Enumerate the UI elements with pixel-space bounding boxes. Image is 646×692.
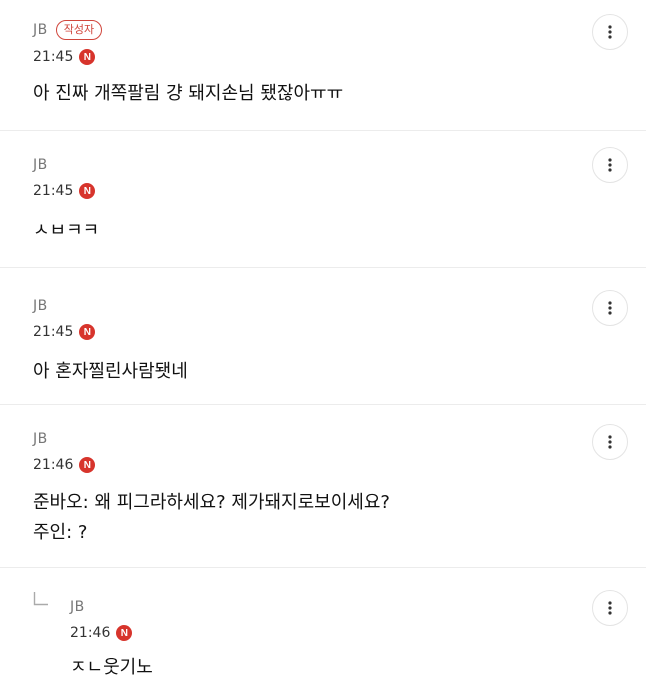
writer-badge: 작성자 [55,20,103,40]
comment-line: 아 진짜 개쪽팔림 걍 돼지손님 됐잖아ㅠㅠ [33,83,344,104]
comment-line: ㅅㅂㅋㅋ [33,220,100,241]
comment-item: JB 21:45 N ㅅㅂㅋㅋ [0,131,646,268]
reply-arrow-icon [33,592,48,606]
comment-item: JB 21:45 N 아 혼자찔린사람됏네 [0,268,646,405]
more-vertical-icon [608,301,612,315]
comment-meta: JB 작성자 [33,20,103,40]
comment-author[interactable]: JB [33,431,48,447]
comment-body: 준바오: 왜 피그라하세요? 제가돼지로보이세요? 주인: ? [33,488,390,548]
more-vertical-icon [608,158,612,172]
comment-menu-button[interactable] [592,424,628,460]
comment-time: 21:45 [33,183,74,199]
comment-body: ㅈㄴ웃기노 [70,653,153,683]
reply-item: JB 21:46 N ㅈㄴ웃기노 [0,568,646,692]
more-vertical-icon [608,601,612,615]
more-vertical-icon [608,25,612,39]
new-badge: N [79,183,96,199]
comment-line: 주인: ? [33,522,88,543]
comment-author[interactable]: JB [33,22,48,38]
comment-menu-button[interactable] [592,290,628,326]
comment-body: 아 진짜 개쪽팔림 걍 돼지손님 됐잖아ㅠㅠ [33,79,343,109]
comment-author[interactable]: JB [70,599,85,615]
new-badge: N [79,457,96,473]
comment-line: 준바오: 왜 피그라하세요? 제가돼지로보이세요? [33,492,390,513]
comment-time: 21:46 [33,457,74,473]
comment-menu-button[interactable] [592,14,628,50]
comment-author[interactable]: JB [33,157,48,173]
comment-meta: JB [70,597,85,617]
comment-menu-button[interactable] [592,590,628,626]
comment-line: 아 혼자찔린사람됏네 [33,361,188,382]
new-badge: N [79,324,96,340]
comment-author[interactable]: JB [33,298,48,314]
comment-time: 21:45 [33,324,74,340]
comment-line: ㅈㄴ웃기노 [70,657,153,678]
comment-meta: JB [33,155,48,175]
comment-item: JB 21:46 N 준바오: 왜 피그라하세요? 제가돼지로보이세요? 주인:… [0,405,646,568]
new-badge: N [116,625,133,641]
comment-menu-button[interactable] [592,147,628,183]
new-badge: N [79,49,96,65]
comment-meta: JB [33,296,48,316]
comment-meta: JB [33,429,48,449]
comment-body: 아 혼자찔린사람됏네 [33,357,188,387]
comment-time: 21:46 [70,625,111,641]
comment-item: JB 작성자 21:45 N 아 진짜 개쪽팔림 걍 돼지손님 됐잖아ㅠㅠ [0,0,646,131]
comment-body: ㅅㅂㅋㅋ [33,216,99,246]
more-vertical-icon [608,435,612,449]
comment-time: 21:45 [33,49,74,65]
